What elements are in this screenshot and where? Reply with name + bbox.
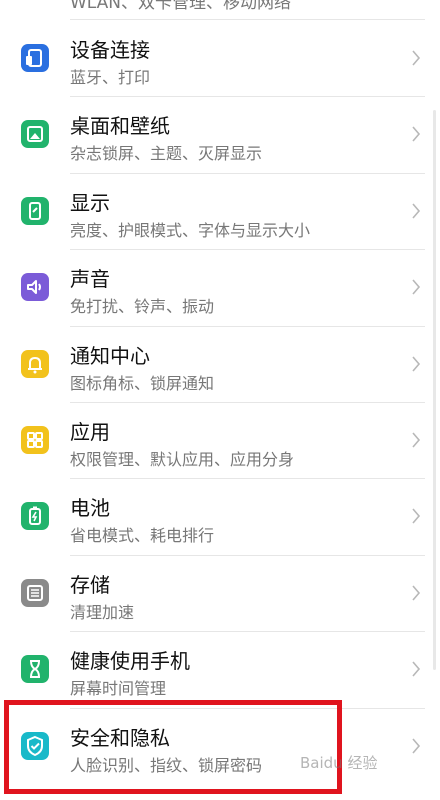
settings-item-2[interactable]: 桌面和壁纸杂志锁屏、主题、灭屏显示 <box>0 96 440 172</box>
settings-item-1[interactable]: 设备连接 蓝牙、打印 <box>0 20 440 96</box>
settings-item-9[interactable]: 健康使用手机屏幕时间管理 <box>0 631 440 707</box>
settings-item-5[interactable]: 通知中心图标角标、锁屏通知 <box>0 326 440 402</box>
settings-item-subtitle: 图标角标、锁屏通知 <box>70 373 215 393</box>
settings-item-8[interactable]: 存储 清理加速 <box>0 555 440 631</box>
chevron-right-icon <box>410 579 422 607</box>
battery-icon <box>21 502 49 531</box>
settings-item-subtitle: 亮度、护眼模式、字体与显示大小 <box>70 220 311 240</box>
apps-grid-icon <box>21 426 49 454</box>
settings-item-title: 设备连接 <box>70 38 150 62</box>
chevron-right-icon <box>410 732 422 760</box>
settings-item-title: 通知中心 <box>70 343 150 368</box>
chevron-right-icon <box>410 197 422 225</box>
chevron-right-icon <box>410 120 422 148</box>
chevron-right-icon <box>410 44 422 72</box>
settings-item-title: 应用 <box>70 420 110 444</box>
settings-item-subtitle: 屏幕时间管理 <box>70 679 167 699</box>
partial-item-subtitle: WLAN、双卡管理、移动网络 <box>70 0 292 13</box>
highlight-box <box>4 700 342 794</box>
sound-icon <box>21 273 49 302</box>
settings-item-subtitle: 蓝牙、打印 <box>70 68 151 87</box>
settings-item-subtitle: 清理加速 <box>70 602 135 622</box>
chevron-right-icon <box>410 273 422 301</box>
settings-item-title: 显示 <box>70 190 110 215</box>
settings-item-title: 电池 <box>70 496 110 521</box>
settings-screen: WLAN、双卡管理、移动网络 设备连接蓝牙、打印桌面和壁纸杂志锁屏、主题、灭屏显… <box>0 0 440 800</box>
settings-item-7[interactable]: 电池省电模式、耗电排行 <box>0 478 440 554</box>
settings-item-subtitle: 免打扰、铃声、振动 <box>70 297 215 317</box>
chevron-right-icon <box>410 426 422 454</box>
storage-icon <box>21 578 49 607</box>
settings-item-subtitle: 杂志锁屏、主题、灭屏显示 <box>70 144 263 164</box>
device-connection-icon <box>21 44 49 72</box>
settings-item-title: 桌面和壁纸 <box>70 114 170 139</box>
settings-item-6[interactable]: 应用权限管理、默认应用、应用分身 <box>0 402 440 478</box>
scrollbar[interactable] <box>433 110 436 670</box>
wallpaper-icon <box>21 120 49 149</box>
settings-item-title: 声音 <box>70 267 110 292</box>
settings-item-title: 健康使用手机 <box>70 649 190 674</box>
notification-bell-icon <box>21 349 49 378</box>
hourglass-icon <box>21 655 49 684</box>
settings-item-title: 存储 <box>70 572 110 597</box>
settings-item-subtitle: 省电模式、耗电排行 <box>70 526 215 546</box>
display-icon <box>21 196 49 225</box>
chevron-right-icon <box>410 350 422 378</box>
chevron-right-icon <box>410 502 422 530</box>
settings-item-3[interactable]: 显示亮度、护眼模式、字体与显示大小 <box>0 173 440 249</box>
settings-item-subtitle: 权限管理、默认应用、应用分身 <box>70 450 295 469</box>
chevron-right-icon <box>410 655 422 683</box>
watermark-text: Baidu 经验 <box>300 754 378 772</box>
settings-item-4[interactable]: 声音免打扰、铃声、振动 <box>0 249 440 325</box>
